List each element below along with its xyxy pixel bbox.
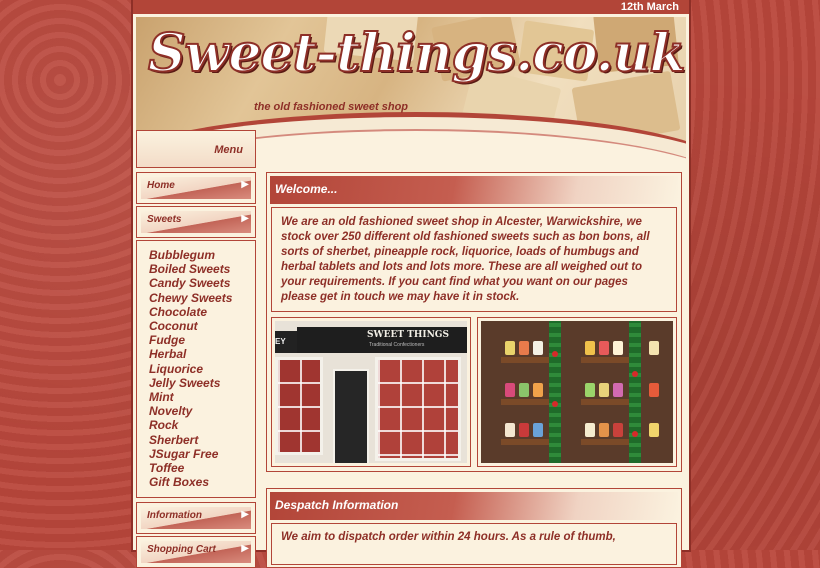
shop-door — [333, 369, 369, 463]
sweets-list: Bubblegum Boiled Sweets Candy Sweets Chewy … — [137, 241, 255, 489]
nav-shopping-cart-button[interactable]: Shopping Cart ▶ — [136, 536, 256, 568]
page-container: 12th March Sweet-things.co.uk the old fa… — [133, 0, 689, 568]
nav-home-label: Home — [147, 180, 175, 191]
garland — [549, 321, 561, 463]
shop-front-photo: EY FRIDAY SWEET THINGS Traditional Confe… — [271, 317, 471, 467]
garland-bauble — [552, 351, 558, 357]
sweet-jar — [613, 341, 623, 355]
sweets-category-link[interactable]: Jelly Sweets — [149, 376, 255, 390]
sweet-jar — [585, 341, 595, 355]
sweet-jar — [505, 341, 515, 355]
garland-bauble — [552, 401, 558, 407]
sweet-jar — [519, 341, 529, 355]
garland-bauble — [632, 431, 638, 437]
sweets-category-link[interactable]: Liquorice — [149, 362, 255, 376]
sweet-jar — [585, 423, 595, 437]
welcome-text: We are an old fashioned sweet shop in Al… — [281, 216, 650, 303]
sweets-category-link[interactable]: Coconut — [149, 319, 255, 333]
despatch-text: We aim to dispatch order within 24 hours… — [281, 531, 616, 543]
sweet-jar — [649, 423, 659, 437]
sweet-jar — [505, 383, 515, 397]
sweet-jar — [533, 423, 543, 437]
top-bar: 12th March — [133, 0, 689, 14]
sweets-category-link[interactable]: Sherbert — [149, 433, 255, 447]
despatch-panel: Despatch Information We aim to dispatch … — [266, 488, 682, 568]
sweet-jar — [533, 383, 543, 397]
shop-window-left — [275, 357, 323, 455]
despatch-title-bar: Despatch Information — [270, 492, 678, 520]
sweet-jar — [649, 383, 659, 397]
sweet-jar — [505, 423, 515, 437]
arrow-right-icon: ▶ — [241, 213, 249, 224]
welcome-panel: Welcome... We are an old fashioned sweet… — [266, 172, 682, 472]
shop-front-image: EY FRIDAY SWEET THINGS Traditional Confe… — [275, 321, 467, 463]
sweet-jar — [585, 383, 595, 397]
window-grid — [378, 360, 458, 458]
garland — [629, 321, 641, 463]
sweets-category-link[interactable]: Gift Boxes — [149, 475, 255, 489]
sweet-jar — [613, 423, 623, 437]
sweet-jar — [533, 341, 543, 355]
despatch-body — [271, 523, 677, 565]
arrow-right-icon: ▶ — [241, 543, 249, 554]
sweets-category-link[interactable]: Rock — [149, 418, 255, 432]
sweets-category-link[interactable]: Fudge — [149, 333, 255, 347]
site-tagline: the old fashioned sweet shop — [254, 101, 409, 113]
sweet-jar — [649, 341, 659, 355]
sweets-category-link[interactable]: Candy Sweets — [149, 276, 255, 290]
sweet-jar — [613, 383, 623, 397]
shop-sign: SWEET THINGS Traditional Confectioners — [297, 327, 467, 353]
menu-header: Menu — [136, 130, 256, 168]
sweets-category-link[interactable]: Chocolate — [149, 305, 255, 319]
sweets-category-list: Bubblegum Boiled Sweets Candy Sweets Chewy … — [136, 240, 256, 498]
garland-bauble — [632, 371, 638, 377]
sweet-jar — [599, 341, 609, 355]
welcome-title: Welcome... — [275, 182, 338, 196]
nav-information-button[interactable]: Information ▶ — [136, 502, 256, 534]
sweets-category-link[interactable]: Novelty — [149, 404, 255, 418]
sweet-jar — [519, 423, 529, 437]
nav-sweets-label: Sweets — [147, 214, 182, 225]
sweets-category-link[interactable]: Boiled Sweets — [149, 262, 255, 276]
sweets-category-link[interactable]: JSugar Free — [149, 447, 255, 461]
nav-sweets-button[interactable]: Sweets ▶ — [136, 206, 256, 238]
sweets-category-link[interactable]: Mint — [149, 390, 255, 404]
menu-label: Menu — [214, 144, 243, 156]
site-logo[interactable]: Sweet-things.co.uk — [147, 22, 686, 85]
despatch-title: Despatch Information — [275, 498, 399, 512]
window-grid — [278, 360, 320, 452]
arrow-right-icon: ▶ — [241, 179, 249, 190]
sweets-category-link[interactable]: Chewy Sweets — [149, 291, 255, 305]
shop-window-right — [375, 357, 461, 461]
current-date: 12th March — [620, 1, 679, 13]
sweets-category-link[interactable]: Toffee — [149, 461, 255, 475]
shop-sign-subtext: Traditional Confectioners — [369, 342, 425, 348]
shop-interior-photo — [477, 317, 677, 467]
sweet-jar — [599, 423, 609, 437]
sweets-category-link[interactable]: Herbal — [149, 347, 255, 361]
sweets-category-link[interactable]: Bubblegum — [149, 248, 255, 262]
sweet-jar — [599, 383, 609, 397]
arrow-right-icon: ▶ — [241, 509, 249, 520]
welcome-title-bar: Welcome... — [270, 176, 678, 204]
shop-interior-image — [481, 321, 673, 463]
nav-home-button[interactable]: Home ▶ — [136, 172, 256, 204]
shop-sign-text: SWEET THINGS — [367, 330, 449, 340]
nav-information-label: Information — [147, 510, 202, 521]
sweet-jar — [519, 383, 529, 397]
